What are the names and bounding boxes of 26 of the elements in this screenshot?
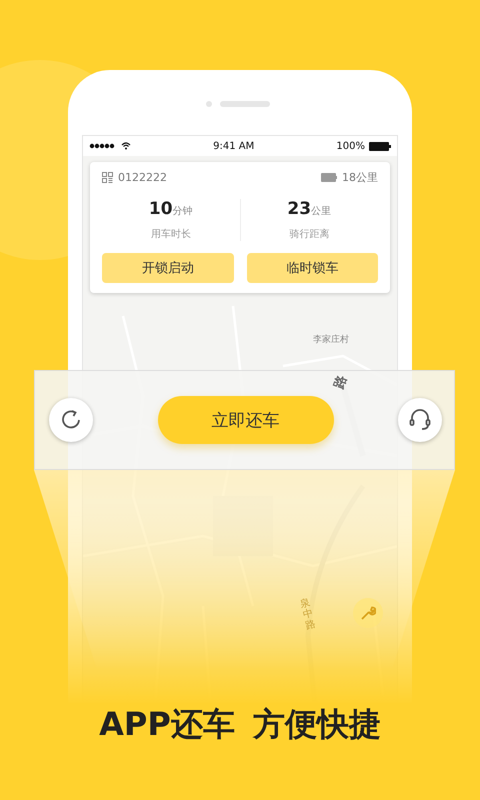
qr-code-icon: [102, 172, 113, 183]
battery-icon: [321, 173, 337, 182]
status-time: 9:41 AM: [213, 140, 254, 152]
slogan-text: APP还车: [99, 704, 235, 745]
stat-label: 用车时长: [150, 228, 191, 241]
slogan-text: 方便快捷: [252, 704, 381, 745]
stat-label: 骑行距离: [289, 228, 330, 241]
battery-icon: [368, 142, 391, 150]
bike-id: 0122222: [118, 171, 167, 184]
headset-icon: [409, 408, 431, 432]
card-button[interactable]: 开锁启动: [102, 253, 234, 283]
stat-value: 23公里: [287, 199, 332, 219]
range-text: 18公里: [342, 170, 378, 185]
map-label: 路: [330, 372, 352, 392]
stat-value: 10分钟: [148, 199, 193, 219]
refresh-button[interactable]: [49, 398, 93, 442]
wifi-icon: [121, 142, 131, 150]
return-bike-button[interactable]: 立即还车: [158, 396, 334, 444]
refresh-icon: [60, 409, 82, 431]
wrench-icon: [360, 605, 376, 621]
signal-icon: [89, 143, 117, 149]
battery-percent: 100%: [336, 140, 365, 152]
map-label: 泉中路: [298, 597, 318, 632]
customer-service-button[interactable]: [398, 398, 442, 442]
map-label: 李家庄村: [313, 334, 349, 346]
card-button[interactable]: 临时锁车: [246, 253, 378, 283]
